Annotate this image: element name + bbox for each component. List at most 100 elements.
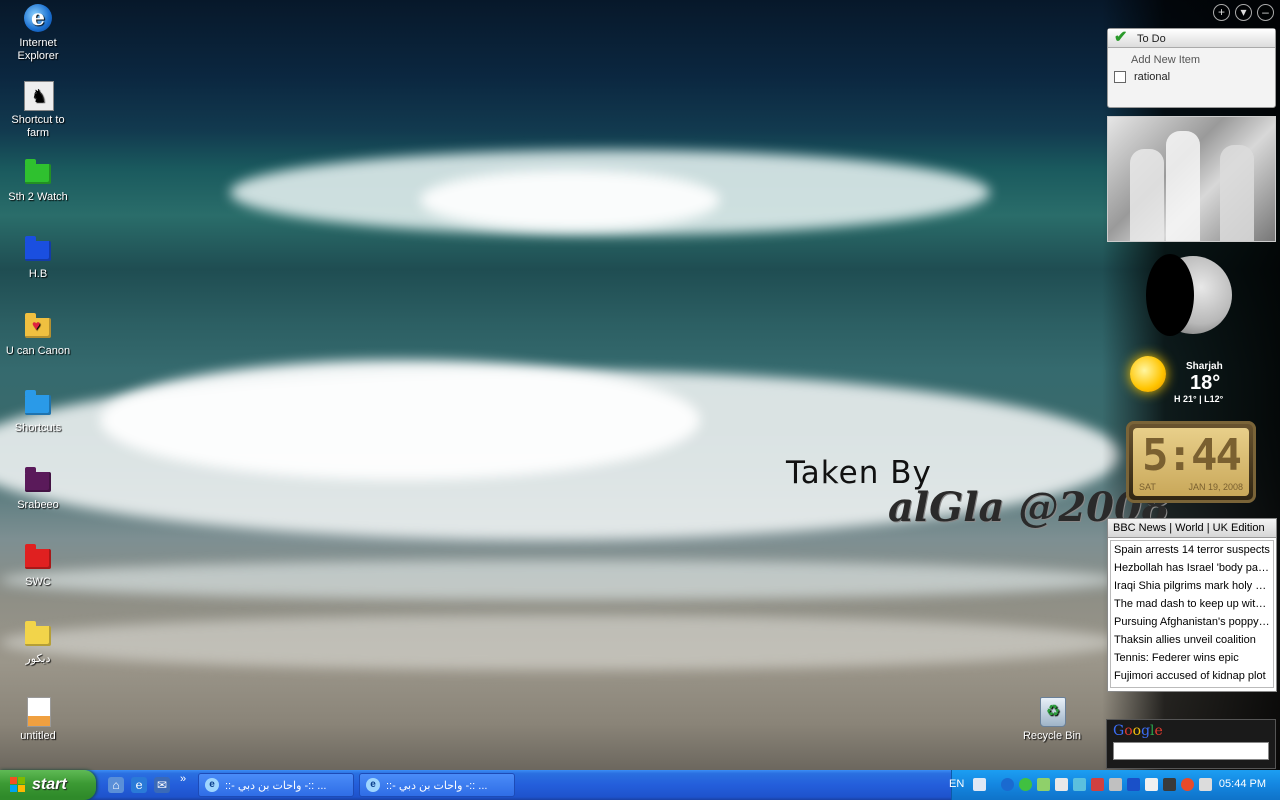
todo-item-checkbox[interactable]: [1114, 71, 1126, 83]
google-search-input[interactable]: [1113, 742, 1269, 760]
sidebar-add-gadget-button[interactable]: +: [1213, 4, 1230, 21]
keyboard-icon[interactable]: [973, 778, 986, 791]
quicklaunch-internet-explorer-icon[interactable]: e: [131, 777, 147, 793]
blue-folder-icon: [22, 233, 54, 265]
desktop-icon-u-can-canon[interactable]: ♥ U can Canon: [0, 310, 76, 358]
desktop-icon-internet-explorer[interactable]: e Internet Explorer: [0, 2, 76, 63]
sunny-weather-icon: [1130, 356, 1166, 392]
moon-shadow: [1146, 254, 1194, 336]
desktop-icon-label: Recycle Bin: [1022, 730, 1082, 742]
google-search-gadget: Google: [1106, 719, 1276, 769]
start-label: start: [32, 776, 67, 793]
desktop-icon-swc[interactable]: SWC: [0, 541, 76, 589]
battery-icon[interactable]: [1145, 778, 1158, 791]
red-folder-icon: [22, 541, 54, 573]
news-headline[interactable]: Fujimori accused of kidnap plot: [1111, 667, 1273, 685]
wave-foam: [420, 170, 720, 230]
wave-foam: [100, 360, 700, 480]
shortcut-icon: ♞: [22, 79, 54, 111]
desktop-icon-decor[interactable]: ديكور: [0, 618, 76, 666]
photo-figure: [1220, 145, 1254, 241]
news-gadget: BBC News | World | UK Edition Spain arre…: [1107, 518, 1277, 692]
news-headline[interactable]: Iraqi Shia pilgrims mark holy day: [1111, 577, 1273, 595]
todo-title: To Do: [1137, 33, 1166, 45]
desktop-icon-label: Explorer: [17, 50, 59, 62]
monitor-icon[interactable]: [1199, 778, 1212, 791]
desktop-icon-label: Internet: [19, 37, 57, 49]
desktop-icon-label: H.B: [28, 268, 48, 280]
news-headline[interactable]: Spain arrests 14 terror suspects: [1111, 541, 1273, 559]
windows-logo-icon: [10, 777, 26, 793]
photo-figure: [1130, 149, 1164, 241]
news-headline[interactable]: Pursuing Afghanistan's poppy ...: [1111, 613, 1273, 631]
desktop-icon-label: farm: [27, 127, 49, 139]
clock-face: 5:44 SAT JAN 19, 2008: [1133, 428, 1249, 496]
news-headline[interactable]: Thaksin allies unveil coalition: [1111, 631, 1273, 649]
taskbar-window-button[interactable]: e ::- واحات بن دبي -:: ...: [198, 773, 354, 797]
image-file-icon: [22, 695, 54, 727]
wave-foam: [0, 615, 1120, 670]
start-button[interactable]: start: [0, 770, 96, 800]
yellow-folder-icon: [22, 618, 54, 650]
google-logo-letter: G: [1113, 723, 1125, 739]
language-indicator[interactable]: EN: [949, 778, 964, 790]
news-headline[interactable]: Hezbollah has Israel 'body parts': [1111, 559, 1273, 577]
desktop-icon-label: untitled: [20, 730, 56, 742]
sidebar-minimize-button[interactable]: –: [1257, 4, 1274, 21]
news-headline[interactable]: Tennis: Federer wins epic: [1111, 649, 1273, 667]
lightblue-folder-icon: [22, 387, 54, 419]
google-logo-letter: e: [1154, 723, 1163, 739]
todo-gadget: ✔ To Do Add New Item rational: [1107, 28, 1276, 108]
quicklaunch-show-desktop-icon[interactable]: ⌂: [108, 777, 124, 793]
desktop-icon-label: SWC: [25, 576, 51, 588]
checkmark-icon: ✔: [1114, 29, 1128, 46]
quicklaunch-more-chevron[interactable]: »: [180, 773, 186, 785]
weather-city: Sharjah: [1186, 361, 1223, 372]
taskbar-window-button[interactable]: e ::- واحات بن دبي -:: ...: [359, 773, 515, 797]
desktop-icon-label: Sth 2 Watch: [8, 191, 68, 203]
sync-icon[interactable]: [1073, 778, 1086, 791]
todo-add-item-field[interactable]: Add New Item: [1131, 54, 1200, 66]
sidebar-menu-button[interactable]: ▾: [1235, 4, 1252, 21]
desktop-icon-sth-2-watch[interactable]: Sth 2 Watch: [0, 156, 76, 204]
desktop-icon-srabeeo[interactable]: Srabeeo: [0, 464, 76, 512]
desktop-icon-label: ديكور: [25, 653, 51, 665]
internet-explorer-icon: e: [22, 2, 54, 34]
desktop-wallpaper: [0, 0, 1280, 770]
green-folder-icon: [22, 156, 54, 188]
clock-gadget[interactable]: 5:44 SAT JAN 19, 2008: [1126, 421, 1256, 503]
todo-header: ✔ To Do: [1108, 29, 1275, 48]
desktop-icon-untitled[interactable]: untitled: [0, 695, 76, 743]
network-icon[interactable]: [1037, 778, 1050, 791]
volume-icon[interactable]: [1055, 778, 1068, 791]
desktop-icon-label: Srabeeo: [17, 499, 59, 511]
tray-clock[interactable]: 05:44 PM: [1219, 778, 1266, 790]
news-header[interactable]: BBC News | World | UK Edition: [1108, 519, 1276, 538]
printer-icon[interactable]: [1163, 778, 1176, 791]
desktop-icon-shortcuts[interactable]: Shortcuts: [0, 387, 76, 435]
desktop-icon-label: Shortcut to: [11, 114, 65, 126]
signal-strength-icon[interactable]: [1109, 778, 1122, 791]
purple-folder-icon: [22, 464, 54, 496]
internet-explorer-icon: e: [205, 778, 219, 792]
desktop-icon-label: Shortcuts: [14, 422, 62, 434]
clock-date: JAN 19, 2008: [1188, 482, 1243, 492]
slideshow-gadget-photo[interactable]: [1107, 116, 1276, 242]
clock-day: SAT: [1139, 482, 1156, 492]
desktop-icon-hb[interactable]: H.B: [0, 233, 76, 281]
browser-icon[interactable]: [1181, 778, 1194, 791]
todo-item[interactable]: rational: [1114, 71, 1170, 83]
bluetooth-icon[interactable]: [1127, 778, 1140, 791]
desktop-icon-recycle-bin[interactable]: ♻ Recycle Bin: [1014, 695, 1090, 743]
news-headline[interactable]: The mad dash to keep up with ...: [1111, 595, 1273, 613]
todo-item-label: rational: [1134, 71, 1171, 83]
quicklaunch-messenger-icon[interactable]: ✉: [154, 777, 170, 793]
internet-explorer-icon: e: [366, 778, 380, 792]
google-logo-letter: o: [1124, 723, 1133, 739]
desktop-icon-shortcut-farm[interactable]: ♞ Shortcut to farm: [0, 79, 76, 140]
security-shield-icon[interactable]: [1019, 778, 1032, 791]
antivirus-icon[interactable]: [1091, 778, 1104, 791]
clock-time: 5:44: [1142, 430, 1242, 481]
tray-arrow-icon[interactable]: [1001, 778, 1014, 791]
news-list: Spain arrests 14 terror suspects Hezboll…: [1110, 540, 1274, 688]
